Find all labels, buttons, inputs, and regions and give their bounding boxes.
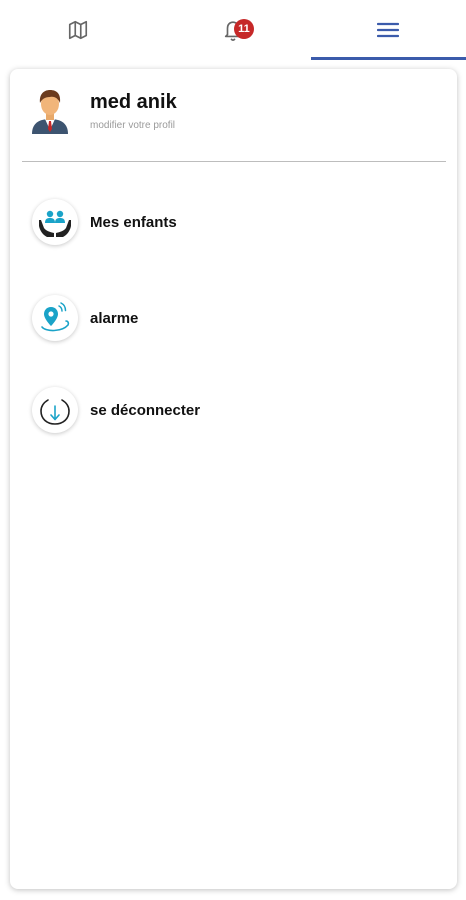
menu-panel: med anik modifier votre profil Mes enfan… <box>10 69 457 889</box>
logout-icon <box>32 387 78 433</box>
menu-item-se-deconnecter[interactable]: se déconnecter <box>32 385 412 435</box>
menu-item-alarme[interactable]: alarme <box>32 293 412 343</box>
hamburger-menu-icon <box>377 22 400 38</box>
edit-profile-link[interactable]: modifier votre profil <box>90 120 175 131</box>
map-icon <box>67 19 89 41</box>
children-hands-icon <box>32 199 78 245</box>
menu-item-label: Mes enfants <box>90 213 177 231</box>
menu-item-mes-enfants[interactable]: Mes enfants <box>32 197 412 247</box>
menu-item-label: se déconnecter <box>90 401 201 419</box>
top-tab-bar <box>0 0 466 60</box>
profile-name: med anik <box>90 91 177 113</box>
tab-menu[interactable] <box>310 0 466 60</box>
tab-map[interactable] <box>0 0 155 60</box>
tab-notifications[interactable] <box>155 0 310 60</box>
user-avatar-icon <box>30 86 70 134</box>
menu-item-label: alarme <box>90 309 139 327</box>
divider <box>22 161 446 162</box>
profile-section[interactable]: med anik modifier votre profil <box>30 83 440 143</box>
notification-count-badge: 11 <box>234 19 254 39</box>
location-alarm-icon <box>32 295 78 341</box>
